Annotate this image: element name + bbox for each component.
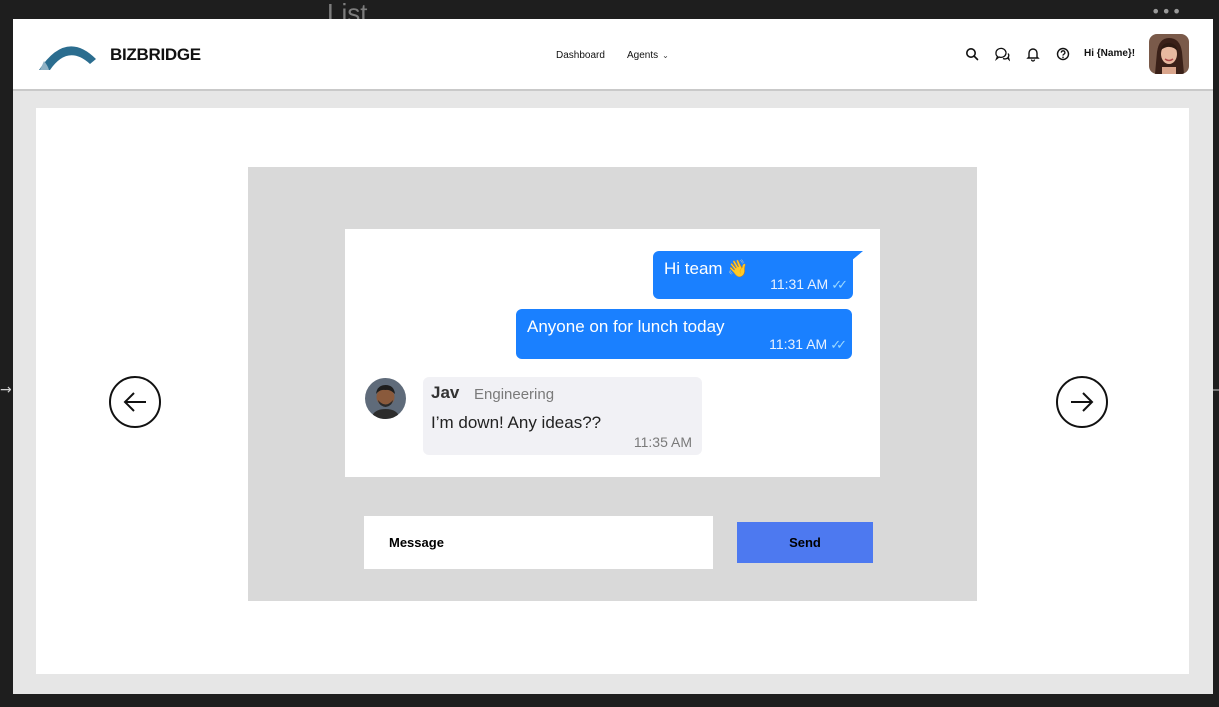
user-greeting[interactable]: Hi {Name}!: [1084, 48, 1135, 59]
search-icon[interactable]: [964, 46, 980, 62]
read-receipt-icon: ✓✓: [831, 277, 848, 292]
arrow-right-icon: [1071, 392, 1094, 412]
message-input[interactable]: [364, 516, 713, 569]
nav-link-dashboard[interactable]: Dashboard: [556, 50, 605, 61]
message-text: I’m down! Any ideas??: [431, 413, 602, 432]
app-frame: BIZBRIDGE Dashboard Agents⌄ Hi {Name}!: [13, 19, 1213, 694]
chat-window: Hi team 👋 11:31 AM ✓✓ Anyone on for lunch…: [345, 229, 880, 477]
main-content: Hi team 👋 11:31 AM ✓✓ Anyone on for lunch…: [36, 108, 1189, 674]
chat-icon[interactable]: [994, 46, 1011, 62]
outgoing-message[interactable]: Anyone on for lunch today 11:31 AM ✓✓: [516, 309, 852, 359]
message-time: 11:31 AM: [770, 276, 829, 292]
message-meta: 11:31 AM ✓✓: [770, 276, 848, 293]
edge-arrow-left-icon: →: [0, 382, 12, 398]
arrow-left-icon: [123, 392, 146, 412]
chat-panel: Hi team 👋 11:31 AM ✓✓ Anyone on for lunch…: [248, 167, 977, 601]
bell-icon[interactable]: [1025, 46, 1041, 62]
brand-name[interactable]: BIZBRIDGE: [110, 45, 201, 65]
help-icon[interactable]: [1055, 46, 1071, 62]
chevron-down-icon: ⌄: [662, 51, 669, 60]
message-time: 11:31 AM: [769, 336, 828, 352]
incoming-message[interactable]: Jav Engineering I’m down! Any ideas?? 11…: [423, 377, 702, 455]
send-button[interactable]: Send: [737, 522, 873, 563]
read-receipt-icon: ✓✓: [830, 337, 847, 352]
outgoing-message[interactable]: Hi team 👋 11:31 AM ✓✓: [653, 251, 853, 299]
message-text: Anyone on for lunch today: [527, 317, 725, 336]
previous-button[interactable]: [109, 376, 161, 428]
message-text: Hi team 👋: [664, 259, 749, 278]
next-button[interactable]: [1056, 376, 1108, 428]
sender-avatar[interactable]: [365, 378, 406, 419]
nav-agents-label: Agents: [627, 50, 659, 61]
message-time: 11:35 AM: [633, 434, 692, 450]
bridge-logo-icon[interactable]: [38, 39, 98, 76]
nav-dropdown-agents[interactable]: Agents ⌄: [627, 50, 669, 61]
message-meta: 11:31 AM ✓✓: [769, 336, 847, 353]
user-avatar[interactable]: [1149, 34, 1189, 74]
sender-name: Jav: [431, 383, 460, 402]
top-navigation-bar: BIZBRIDGE Dashboard Agents ⌄ Hi {Name}!: [13, 19, 1213, 91]
sender-department: Engineering: [474, 386, 555, 403]
